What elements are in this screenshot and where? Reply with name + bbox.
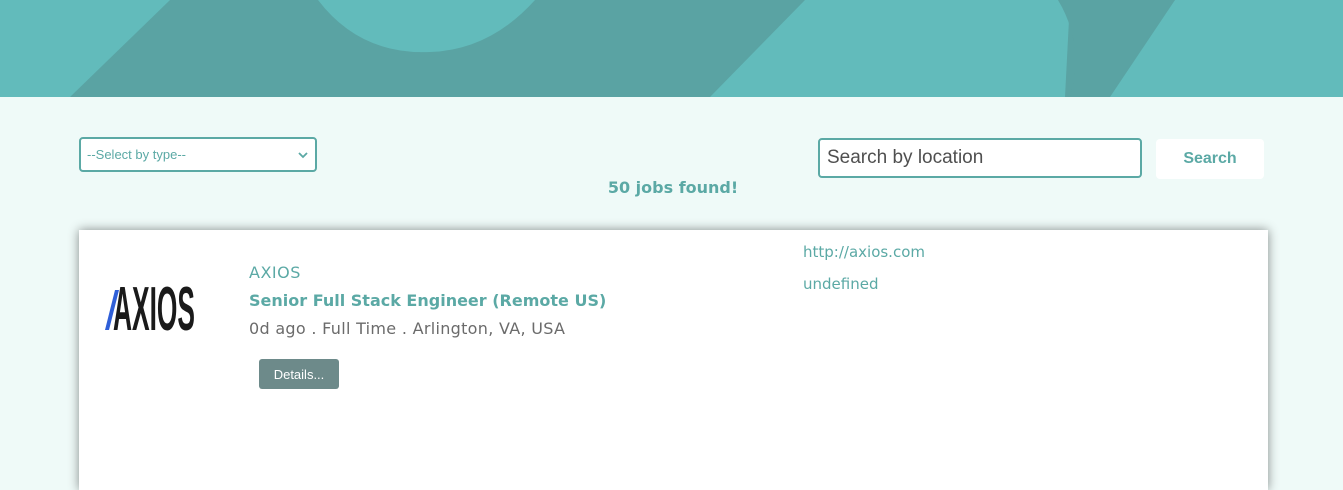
type-select-value: --Select by type-- — [87, 147, 186, 162]
search-button-label: Search — [1183, 150, 1237, 167]
hero-banner — [0, 0, 1343, 97]
company-name: AXIOS — [249, 263, 301, 282]
job-title[interactable]: Senior Full Stack Engineer (Remote US) — [249, 291, 606, 310]
company-logo: AXIOS — [105, 275, 195, 336]
details-button-label: Details... — [273, 366, 325, 382]
job-meta: 0d ago . Full Time . Arlington, VA, USA — [249, 319, 566, 338]
company-logo-text: AXIOS — [113, 275, 195, 336]
company-extra-info: undefined — [803, 275, 879, 293]
type-select[interactable]: --Select by type-- — [79, 137, 317, 172]
hero-pattern — [0, 0, 1343, 97]
company-url-link[interactable]: http://axios.com — [803, 243, 925, 261]
chevron-down-icon — [298, 151, 308, 158]
search-button[interactable]: Search — [1156, 139, 1264, 179]
jobs-found-count: 50 jobs found! — [607, 178, 739, 197]
job-card: AXIOS AXIOS Senior Full Stack Engineer (… — [79, 230, 1268, 490]
location-search-input[interactable] — [818, 138, 1142, 178]
details-button[interactable]: Details... — [259, 359, 339, 389]
